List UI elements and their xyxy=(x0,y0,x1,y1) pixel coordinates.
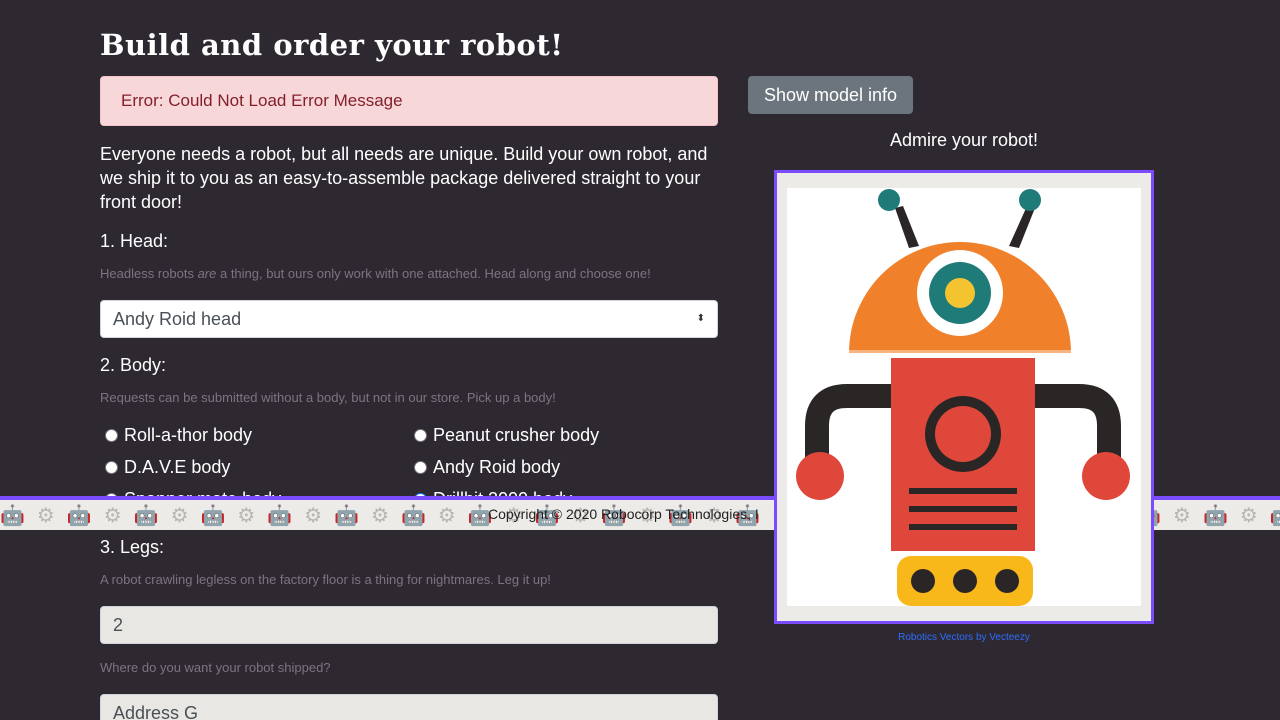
vecteezy-credit-link[interactable]: Robotics Vectors by Vecteezy xyxy=(774,632,1154,643)
preview-caption: Admire your robot! xyxy=(889,130,1039,150)
wheel-icon xyxy=(953,569,977,593)
radio-button[interactable] xyxy=(414,429,427,442)
legs-label: 3. Legs: xyxy=(100,537,165,557)
body-radio-dave[interactable]: D.A.V.E body xyxy=(105,457,230,478)
page-title: Build and order your robot! xyxy=(100,28,564,62)
head-help-text-2: a thing, but ours only work with one att… xyxy=(216,266,651,281)
radio-label: Roll-a-thor body xyxy=(124,425,253,445)
eye-pupil xyxy=(945,278,975,308)
antenna-ball-right xyxy=(1019,189,1041,211)
body-stripe xyxy=(909,506,1017,512)
address-help: Where do you want your robot shipped? xyxy=(100,660,331,675)
body-stripe xyxy=(909,488,1017,494)
body-stripe xyxy=(909,524,1017,530)
robot-illustration xyxy=(796,189,1130,606)
error-alert: Error: Could Not Load Error Message xyxy=(100,76,718,126)
head-help: Headless robots are a thing, but ours on… xyxy=(100,266,651,281)
radio-button[interactable] xyxy=(414,461,427,474)
antenna-ball-left xyxy=(878,189,900,211)
body-radio-andy-roid[interactable]: Andy Roid body xyxy=(414,457,560,478)
radio-button[interactable] xyxy=(105,429,118,442)
radio-label: Peanut crusher body xyxy=(433,425,600,445)
head-help-text-1: Headless robots xyxy=(100,266,198,281)
body-radio-roll-a-thor[interactable]: Roll-a-thor body xyxy=(105,425,252,446)
radio-button[interactable] xyxy=(105,461,118,474)
robot-preview-canvas xyxy=(787,188,1141,606)
body-chest-center xyxy=(935,406,991,462)
body-label: 2. Body: xyxy=(100,355,167,375)
head-help-emphasis: are xyxy=(197,266,217,281)
head-base-line xyxy=(849,350,1071,356)
arm-right xyxy=(1035,384,1121,458)
body-help: Requests can be submitted without a body… xyxy=(100,390,556,405)
hand-right xyxy=(1082,452,1130,500)
wheel-icon xyxy=(911,569,935,593)
legs-help: A robot crawling legless on the factory … xyxy=(100,572,551,587)
hand-left xyxy=(796,452,844,500)
legs-input[interactable]: 2 xyxy=(100,606,718,644)
intro-text: Everyone needs a robot, but all needs ar… xyxy=(100,144,708,212)
address-input[interactable]: Address G xyxy=(100,694,718,720)
antenna-left xyxy=(895,206,919,248)
show-model-info-button[interactable]: Show model info xyxy=(748,76,913,114)
body-radio-peanut-crusher[interactable]: Peanut crusher body xyxy=(414,425,599,446)
antenna-right xyxy=(1009,206,1035,248)
arm-left xyxy=(805,384,891,458)
head-select[interactable]: Andy Roid head ⬍ xyxy=(100,300,718,338)
radio-label: Andy Roid body xyxy=(433,457,561,477)
radio-label: D.A.V.E body xyxy=(124,457,231,477)
robot-preview-frame xyxy=(774,170,1154,624)
head-label: 1. Head: xyxy=(100,231,169,251)
head-select-value: Andy Roid head xyxy=(113,309,242,329)
select-caret-icon: ⬍ xyxy=(696,313,705,324)
footer-copyright: Copyright © 2020 Robocorp Technologies, … xyxy=(488,506,759,522)
wheel-icon xyxy=(995,569,1019,593)
